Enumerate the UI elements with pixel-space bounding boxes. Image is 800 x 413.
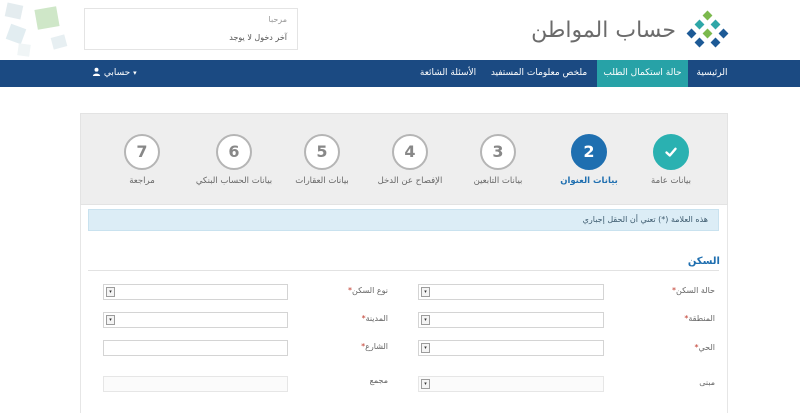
step-label: الإفصاح عن الدخل xyxy=(377,176,443,186)
region-label: المنطقة* xyxy=(684,314,715,323)
step-label: بيانات الحساب البنكي xyxy=(195,176,273,186)
dropdown-arrow-icon: ▾ xyxy=(421,315,430,325)
decor-tile xyxy=(34,6,60,30)
welcome-box: مرحبا آخر دخول لا يوجد xyxy=(84,8,298,50)
step-income[interactable]: 4 الإفصاح عن الدخل xyxy=(360,134,460,186)
dropdown-arrow-icon: ▾ xyxy=(421,287,430,297)
logo-text: حساب المواطن xyxy=(531,18,676,43)
decor-tile xyxy=(4,2,24,20)
dropdown-arrow-icon: ▾ xyxy=(421,379,430,389)
section-title: السكن xyxy=(687,256,720,267)
required-notice-text: هذه العلامة (*) تعني أن الحقل إجباري xyxy=(582,215,708,224)
district-label: الحي* xyxy=(694,343,716,352)
step-bank-account[interactable]: 6 بيانات الحساب البنكي xyxy=(184,134,284,186)
account-label: حسابي xyxy=(103,68,131,78)
step-number: 7 xyxy=(124,134,160,170)
city-select[interactable]: ▾ xyxy=(103,312,288,328)
housing-type-select[interactable]: ▾ xyxy=(103,284,288,300)
street-label: الشارع* xyxy=(361,342,388,351)
nav-item-beneficiary-summary[interactable]: ملخص معلومات المستفيد xyxy=(486,60,592,87)
district-select[interactable]: ▾ xyxy=(418,340,604,356)
step-number: 6 xyxy=(216,134,252,170)
required-notice: هذه العلامة (*) تعني أن الحقل إجباري xyxy=(88,209,719,231)
building-select[interactable]: ▾ xyxy=(418,376,604,392)
check-icon xyxy=(665,147,677,157)
nav-item-request-status[interactable]: حالة استكمال الطلب xyxy=(597,60,688,87)
site-header: حساب المواطن مرحبا آخر دخول لا يوجد xyxy=(0,0,800,60)
user-icon xyxy=(92,67,101,76)
city-label: المدينة* xyxy=(361,314,388,323)
compound-label: مجمع xyxy=(369,376,388,385)
decor-tile xyxy=(50,34,68,50)
step-real-estate[interactable]: 5 بيانات العقارات xyxy=(272,134,372,186)
compound-input[interactable] xyxy=(103,376,288,392)
step-label: مراجعة xyxy=(129,176,155,186)
step-number: 3 xyxy=(480,134,516,170)
step-number: 2 xyxy=(571,134,607,170)
logo-mark-icon xyxy=(686,10,729,48)
welcome-greeting: مرحبا xyxy=(268,15,288,24)
account-menu[interactable]: ▾ حسابي xyxy=(92,60,137,87)
section-divider xyxy=(88,270,719,271)
step-label: بيانات العنوان xyxy=(560,176,618,186)
housing-status-select[interactable]: ▾ xyxy=(418,284,604,300)
decor-tile xyxy=(5,23,27,45)
street-input[interactable] xyxy=(103,340,288,356)
dropdown-arrow-icon: ▾ xyxy=(421,343,430,353)
step-address[interactable]: 2 بيانات العنوان xyxy=(539,134,639,186)
building-label: مبنى xyxy=(699,378,715,387)
chevron-down-icon: ▾ xyxy=(133,69,137,77)
nav-item-faq[interactable]: الأسئلة الشائعة xyxy=(412,60,484,87)
step-circle-check-icon xyxy=(653,134,689,170)
step-dependents[interactable]: 3 بيانات التابعين xyxy=(448,134,548,186)
logo[interactable]: حساب المواطن xyxy=(531,10,732,54)
step-number: 4 xyxy=(392,134,428,170)
nav-item-home[interactable]: الرئيسية xyxy=(690,60,734,87)
decor-tile xyxy=(17,43,31,57)
dropdown-arrow-icon: ▾ xyxy=(106,315,115,325)
step-label: بيانات العقارات xyxy=(295,176,349,186)
progress-steps: بيانات عامة 2 بيانات العنوان 3 بيانات ال… xyxy=(80,113,728,205)
dropdown-arrow-icon: ▾ xyxy=(106,287,115,297)
main-nav: الرئيسية حالة استكمال الطلب ملخص معلومات… xyxy=(0,60,800,87)
step-label: بيانات التابعين xyxy=(473,176,523,186)
housing-type-label: نوع السكن* xyxy=(348,286,388,295)
region-select[interactable]: ▾ xyxy=(418,312,604,328)
housing-status-label: حالة السكن* xyxy=(672,286,715,295)
step-review[interactable]: 7 مراجعة xyxy=(92,134,192,186)
step-number: 5 xyxy=(304,134,340,170)
last-login-text: آخر دخول لا يوجد xyxy=(229,33,287,42)
